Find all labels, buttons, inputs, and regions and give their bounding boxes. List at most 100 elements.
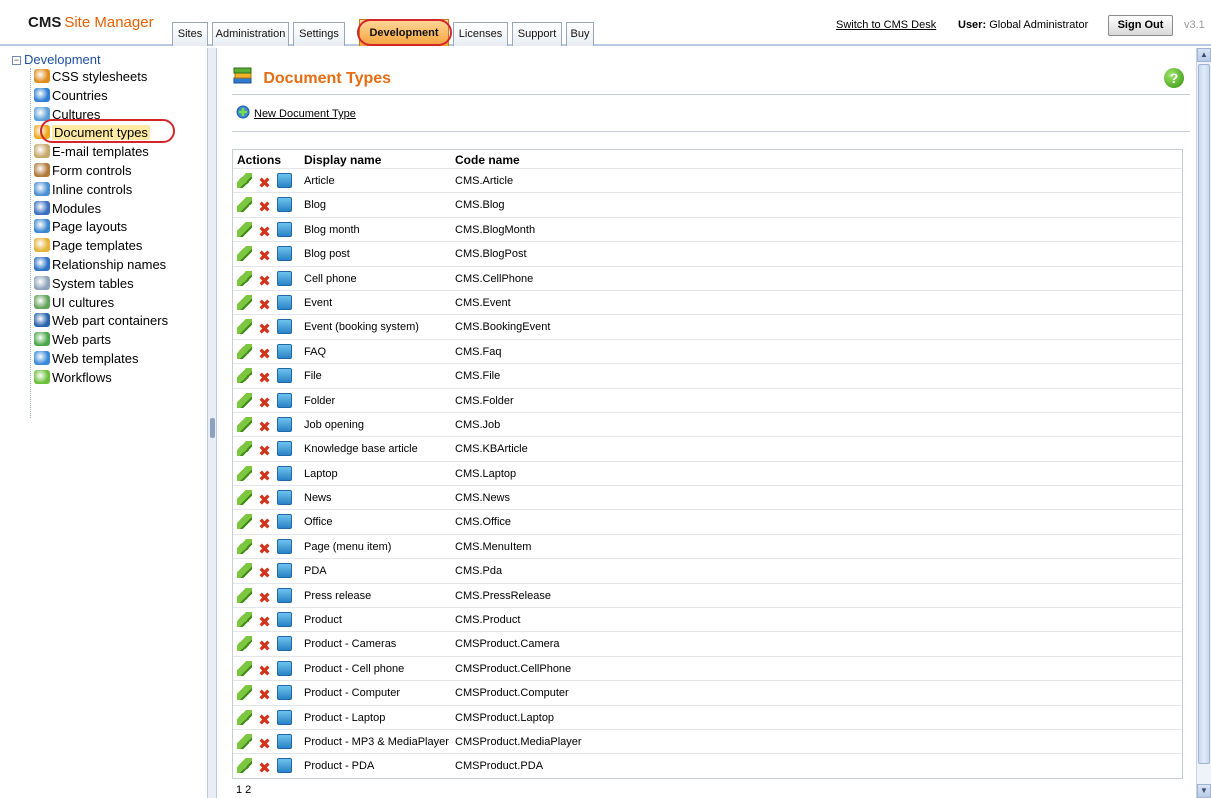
edit-icon[interactable] xyxy=(237,441,252,457)
sidebar-item-web-part-containers[interactable]: Web part containers xyxy=(34,312,168,330)
edit-icon[interactable] xyxy=(237,416,252,432)
edit-icon[interactable] xyxy=(237,636,252,652)
tab-administration[interactable]: Administration xyxy=(212,22,289,46)
sidebar-item-countries[interactable]: Countries xyxy=(34,87,108,105)
tab-support[interactable]: Support xyxy=(512,22,562,46)
edit-icon[interactable] xyxy=(237,538,252,554)
clone-icon[interactable] xyxy=(277,368,292,384)
tab-buy[interactable]: Buy xyxy=(566,22,594,46)
edit-icon[interactable] xyxy=(237,221,252,237)
clone-icon[interactable] xyxy=(277,636,292,652)
clone-icon[interactable] xyxy=(277,343,292,359)
delete-icon[interactable]: ✖ xyxy=(257,664,272,679)
clone-icon[interactable] xyxy=(277,392,292,408)
delete-icon[interactable]: ✖ xyxy=(257,371,272,386)
scroll-down-icon[interactable]: ▼ xyxy=(1197,784,1211,798)
clone-icon[interactable] xyxy=(277,758,292,774)
delete-icon[interactable]: ✖ xyxy=(257,517,272,532)
delete-icon[interactable]: ✖ xyxy=(257,298,272,313)
delete-icon[interactable]: ✖ xyxy=(257,396,272,411)
new-document-type-link[interactable]: New Document Type xyxy=(254,108,356,120)
edit-icon[interactable] xyxy=(237,392,252,408)
edit-icon[interactable] xyxy=(237,368,252,384)
edit-icon[interactable] xyxy=(237,733,252,749)
column-header-code-name[interactable]: Code name xyxy=(455,153,520,167)
edit-icon[interactable] xyxy=(237,612,252,628)
tab-licenses[interactable]: Licenses xyxy=(453,22,508,46)
delete-icon[interactable]: ✖ xyxy=(257,176,272,191)
clone-icon[interactable] xyxy=(277,587,292,603)
sidebar-item-inline-controls[interactable]: Inline controls xyxy=(34,181,132,199)
sign-out-button[interactable]: Sign Out xyxy=(1108,15,1173,36)
edit-icon[interactable] xyxy=(237,343,252,359)
delete-icon[interactable]: ✖ xyxy=(257,347,272,362)
sidebar-item-cultures[interactable]: Cultures xyxy=(34,106,100,124)
edit-icon[interactable] xyxy=(237,465,252,481)
delete-icon[interactable]: ✖ xyxy=(257,688,272,703)
delete-icon[interactable]: ✖ xyxy=(257,493,272,508)
clone-icon[interactable] xyxy=(277,319,292,335)
sidebar-item-page-templates[interactable]: Page templates xyxy=(34,237,142,255)
edit-icon[interactable] xyxy=(237,319,252,335)
clone-icon[interactable] xyxy=(277,270,292,286)
clone-icon[interactable] xyxy=(277,563,292,579)
edit-icon[interactable] xyxy=(237,563,252,579)
delete-icon[interactable]: ✖ xyxy=(257,566,272,581)
delete-icon[interactable]: ✖ xyxy=(257,615,272,630)
tab-development[interactable]: Development xyxy=(359,19,449,46)
clone-icon[interactable] xyxy=(277,709,292,725)
sidebar-item-web-templates[interactable]: Web templates xyxy=(34,350,138,368)
tab-settings[interactable]: Settings xyxy=(293,22,345,46)
delete-icon[interactable]: ✖ xyxy=(257,542,272,557)
edit-icon[interactable] xyxy=(237,709,252,725)
clone-icon[interactable] xyxy=(277,221,292,237)
clone-icon[interactable] xyxy=(277,197,292,213)
clone-icon[interactable] xyxy=(277,416,292,432)
pager-page-1[interactable]: 1 xyxy=(236,784,242,796)
edit-icon[interactable] xyxy=(237,197,252,213)
vertical-scrollbar[interactable]: ▲ ▼ xyxy=(1196,48,1211,798)
delete-icon[interactable]: ✖ xyxy=(257,274,272,289)
clone-icon[interactable] xyxy=(277,441,292,457)
column-header-display-name[interactable]: Display name xyxy=(304,153,381,167)
sidebar-item-relationship-names[interactable]: Relationship names xyxy=(34,256,166,274)
sidebar-item-css-stylesheets[interactable]: CSS stylesheets xyxy=(34,68,147,86)
delete-icon[interactable]: ✖ xyxy=(257,761,272,776)
delete-icon[interactable]: ✖ xyxy=(257,225,272,240)
edit-icon[interactable] xyxy=(237,270,252,286)
sidebar-item-document-types[interactable]: Document types xyxy=(34,124,150,142)
delete-icon[interactable]: ✖ xyxy=(257,322,272,337)
pager-page-2[interactable]: 2 xyxy=(245,784,251,796)
sidebar-item-ui-cultures[interactable]: UI cultures xyxy=(34,294,114,312)
edit-icon[interactable] xyxy=(237,173,252,188)
delete-icon[interactable]: ✖ xyxy=(257,713,272,728)
sidebar-item-workflows[interactable]: Workflows xyxy=(34,369,112,387)
edit-icon[interactable] xyxy=(237,587,252,603)
scroll-up-icon[interactable]: ▲ xyxy=(1197,48,1211,62)
edit-icon[interactable] xyxy=(237,685,252,701)
sidebar-item-modules[interactable]: Modules xyxy=(34,200,101,218)
sidebar-item-form-controls[interactable]: Form controls xyxy=(34,162,131,180)
edit-icon[interactable] xyxy=(237,660,252,676)
delete-icon[interactable]: ✖ xyxy=(257,737,272,752)
pane-splitter[interactable] xyxy=(208,48,217,798)
clone-icon[interactable] xyxy=(277,660,292,676)
clone-icon[interactable] xyxy=(277,294,292,310)
new-document-type-action[interactable]: New Document Type xyxy=(236,105,356,122)
delete-icon[interactable]: ✖ xyxy=(257,249,272,264)
scroll-thumb[interactable] xyxy=(1198,64,1210,764)
edit-icon[interactable] xyxy=(237,514,252,530)
clone-icon[interactable] xyxy=(277,612,292,628)
delete-icon[interactable]: ✖ xyxy=(257,444,272,459)
sidebar-item-e-mail-templates[interactable]: E-mail templates xyxy=(34,143,149,161)
clone-icon[interactable] xyxy=(277,685,292,701)
clone-icon[interactable] xyxy=(277,733,292,749)
edit-icon[interactable] xyxy=(237,246,252,262)
tab-sites[interactable]: Sites xyxy=(172,22,208,46)
delete-icon[interactable]: ✖ xyxy=(257,591,272,606)
edit-icon[interactable] xyxy=(237,490,252,506)
clone-icon[interactable] xyxy=(277,246,292,262)
delete-icon[interactable]: ✖ xyxy=(257,469,272,484)
edit-icon[interactable] xyxy=(237,758,252,774)
clone-icon[interactable] xyxy=(277,538,292,554)
